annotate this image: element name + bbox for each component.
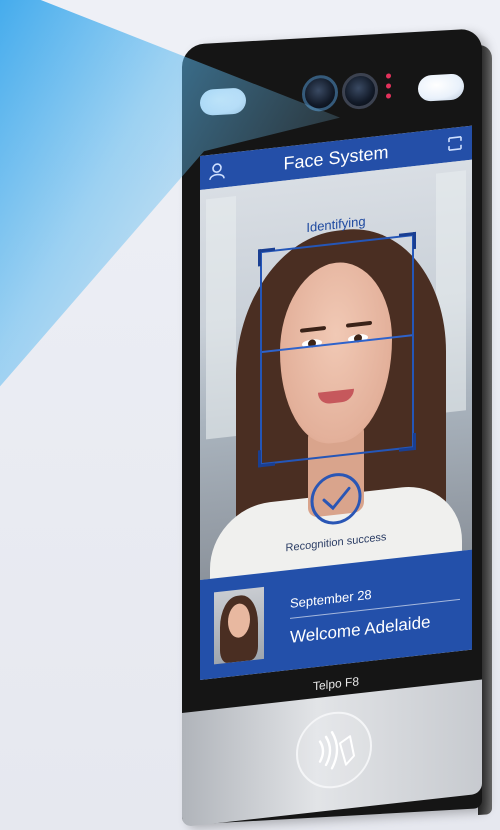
scan-line [262, 334, 412, 354]
user-icon[interactable] [208, 161, 226, 181]
led [386, 93, 391, 99]
frame-corner [258, 448, 275, 468]
menu-icon[interactable] [446, 133, 464, 153]
led [386, 73, 391, 79]
frame-corner [399, 432, 416, 452]
face-terminal: Face System Identifying Recognition succ… [182, 28, 494, 827]
status-leds [386, 73, 391, 99]
nfc-icon [318, 731, 355, 770]
ir-light-right [418, 73, 464, 102]
welcome-message: Welcome Adelaide [290, 612, 431, 647]
app-title: Face System [283, 141, 389, 174]
check-circle-icon [310, 473, 362, 525]
nfc-reader[interactable] [296, 707, 372, 793]
camera-feed: Identifying Recognition success [200, 159, 472, 592]
frame-corner [399, 231, 416, 251]
date-label: September 28 [290, 586, 372, 611]
device-front: Face System Identifying Recognition succ… [182, 28, 482, 827]
led [386, 83, 391, 89]
ir-light-left [200, 87, 246, 116]
face-detection-frame [258, 231, 416, 468]
camera-lens-right [342, 72, 378, 111]
frame-corner [258, 247, 275, 267]
captured-face-thumbnail [214, 586, 264, 665]
camera-lens-left [302, 74, 338, 113]
face-system-screen: Face System Identifying Recognition succ… [200, 125, 472, 680]
